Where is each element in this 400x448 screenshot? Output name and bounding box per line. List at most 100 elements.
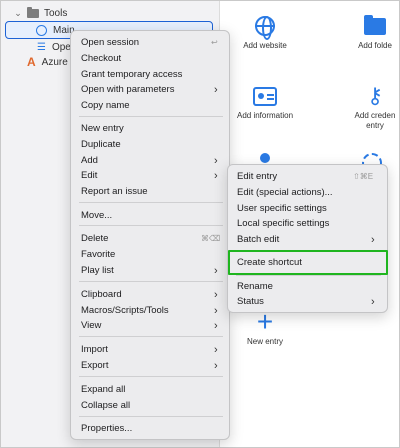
menu-item-report-an-issue[interactable]: Report an issue: [71, 184, 231, 199]
folder-icon: [27, 6, 39, 18]
menu-item-new-entry[interactable]: New entry: [71, 121, 231, 136]
chevron-right-icon: ›: [214, 154, 218, 167]
menu-item-label: Edit entry: [237, 171, 278, 182]
submenu-item-rename[interactable]: Rename: [228, 279, 389, 294]
chevron-right-icon: ›: [214, 264, 218, 277]
list-icon: ☰: [37, 41, 46, 53]
shortcut-hint: ⇧⌘E: [353, 172, 374, 181]
menu-item-label: Copy name: [81, 100, 130, 111]
menu-item-move[interactable]: Move...: [71, 208, 231, 223]
menu-item-properties[interactable]: Properties...: [71, 421, 231, 436]
submenu-item-batch-edit[interactable]: Batch edit ›: [228, 232, 389, 247]
chevron-right-icon: ›: [214, 359, 218, 372]
tree-item-label: Azure: [41, 56, 68, 68]
globe-icon: [255, 16, 275, 40]
tile-label: Add creden entry: [354, 111, 396, 130]
menu-item-label: Move...: [81, 210, 113, 221]
dot-icon: [260, 153, 270, 163]
menu-item-edit[interactable]: Edit ›: [71, 168, 231, 183]
menu-item-label: Expand all: [81, 384, 126, 395]
highlight-box: [228, 250, 388, 275]
menu-separator: [79, 376, 223, 377]
menu-item-add[interactable]: Add ›: [71, 153, 231, 168]
menu-item-label: View: [81, 320, 102, 331]
tree-item-label: Ope: [51, 41, 71, 53]
azure-icon: A: [27, 55, 36, 69]
chevron-right-icon: ›: [214, 288, 218, 301]
menu-item-label: Play list: [81, 265, 114, 276]
key-icon: ⚷: [366, 83, 384, 108]
menu-item-label: Collapse all: [81, 400, 131, 411]
menu-item-open-session[interactable]: Open session ↩: [71, 35, 231, 50]
menu-separator: [79, 336, 223, 337]
menu-item-label: Import: [81, 344, 108, 355]
menu-item-label: Favorite: [81, 249, 116, 260]
menu-item-clipboard[interactable]: Clipboard ›: [71, 287, 231, 302]
menu-separator: [79, 281, 223, 282]
chevron-down-icon[interactable]: ⌄: [13, 8, 23, 19]
submenu-item-edit-entry[interactable]: Edit entry ⇧⌘E: [228, 169, 389, 184]
chevron-right-icon: ›: [214, 304, 218, 317]
submenu-item-edit-special-actions[interactable]: Edit (special actions)...: [228, 185, 389, 200]
tile-add-credential[interactable]: ⚷ Add creden entry: [330, 81, 400, 131]
menu-item-macros-scripts-tools[interactable]: Macros/Scripts/Tools ›: [71, 303, 231, 318]
menu-item-checkout[interactable]: Checkout: [71, 51, 231, 66]
contact-card-icon: [253, 86, 277, 106]
menu-item-label: Grant temporary access: [81, 69, 183, 80]
menu-item-export[interactable]: Export ›: [71, 358, 231, 373]
shortcut-hint: ⌘⌫: [201, 234, 221, 243]
menu-item-label: Batch edit: [237, 234, 280, 245]
context-menu: Open session ↩ Checkout Grant temporary …: [70, 30, 230, 440]
tile-add-website[interactable]: Add website: [220, 11, 310, 51]
menu-item-import[interactable]: Import ›: [71, 342, 231, 357]
tile-new-entry[interactable]: + New entry: [220, 307, 310, 347]
tile-label: Add information: [236, 111, 294, 120]
menu-item-label: Local specific settings: [237, 218, 330, 229]
folder-icon: [364, 14, 386, 35]
tree-item-label: Tools: [44, 7, 68, 19]
menu-item-label: New entry: [81, 123, 124, 134]
chevron-right-icon: ›: [214, 319, 218, 332]
menu-item-label: Properties...: [81, 423, 133, 434]
tree-item-azure[interactable]: A Azure: [27, 53, 68, 71]
submenu-item-local-specific-settings[interactable]: Local specific settings: [228, 216, 389, 231]
menu-item-open-with-parameters[interactable]: Open with parameters ›: [71, 82, 231, 97]
tile-add-folder[interactable]: Add folde: [330, 11, 400, 51]
menu-item-label: Delete: [81, 233, 109, 244]
menu-item-collapse-all[interactable]: Collapse all: [71, 398, 231, 413]
menu-item-expand-all[interactable]: Expand all: [71, 382, 231, 397]
menu-item-view[interactable]: View ›: [71, 318, 231, 333]
tree-item-tools[interactable]: ⌄ Tools: [13, 4, 67, 22]
submenu-item-status[interactable]: Status ›: [228, 294, 389, 309]
menu-item-duplicate[interactable]: Duplicate: [71, 137, 231, 152]
menu-separator: [79, 225, 223, 226]
menu-item-copy-name[interactable]: Copy name: [71, 98, 231, 113]
globe-icon: [36, 24, 47, 36]
menu-item-label: Edit: [81, 170, 98, 181]
menu-item-label: Status: [237, 296, 264, 307]
menu-separator: [79, 416, 223, 417]
menu-item-label: User specific settings: [237, 203, 327, 214]
menu-item-label: Open session: [81, 37, 140, 48]
menu-item-label: Open with parameters: [81, 84, 175, 95]
menu-item-label: Add: [81, 155, 98, 166]
chevron-right-icon: ›: [214, 343, 218, 356]
edit-submenu: Edit entry ⇧⌘E Edit (special actions)...…: [227, 164, 388, 313]
menu-item-label: Checkout: [81, 53, 122, 64]
tile-add-information[interactable]: Add information: [220, 81, 310, 121]
menu-item-label: Report an issue: [81, 186, 148, 197]
tile-label: New entry: [246, 337, 283, 346]
menu-item-favorite[interactable]: Favorite: [71, 247, 231, 262]
submenu-item-user-specific-settings[interactable]: User specific settings: [228, 201, 389, 216]
menu-item-grant-temporary-access[interactable]: Grant temporary access: [71, 67, 231, 82]
chevron-right-icon: ›: [214, 83, 218, 96]
chevron-right-icon: ›: [371, 295, 375, 308]
menu-item-label: Clipboard: [81, 289, 122, 300]
shortcut-hint: ↩: [211, 38, 218, 47]
menu-separator: [236, 275, 381, 276]
menu-item-play-list[interactable]: Play list ›: [71, 263, 231, 278]
tile-label: Add website: [243, 41, 287, 50]
tile-label: Add folde: [358, 41, 392, 50]
menu-item-label: Export: [81, 360, 109, 371]
menu-item-delete[interactable]: Delete ⌘⌫: [71, 231, 231, 246]
